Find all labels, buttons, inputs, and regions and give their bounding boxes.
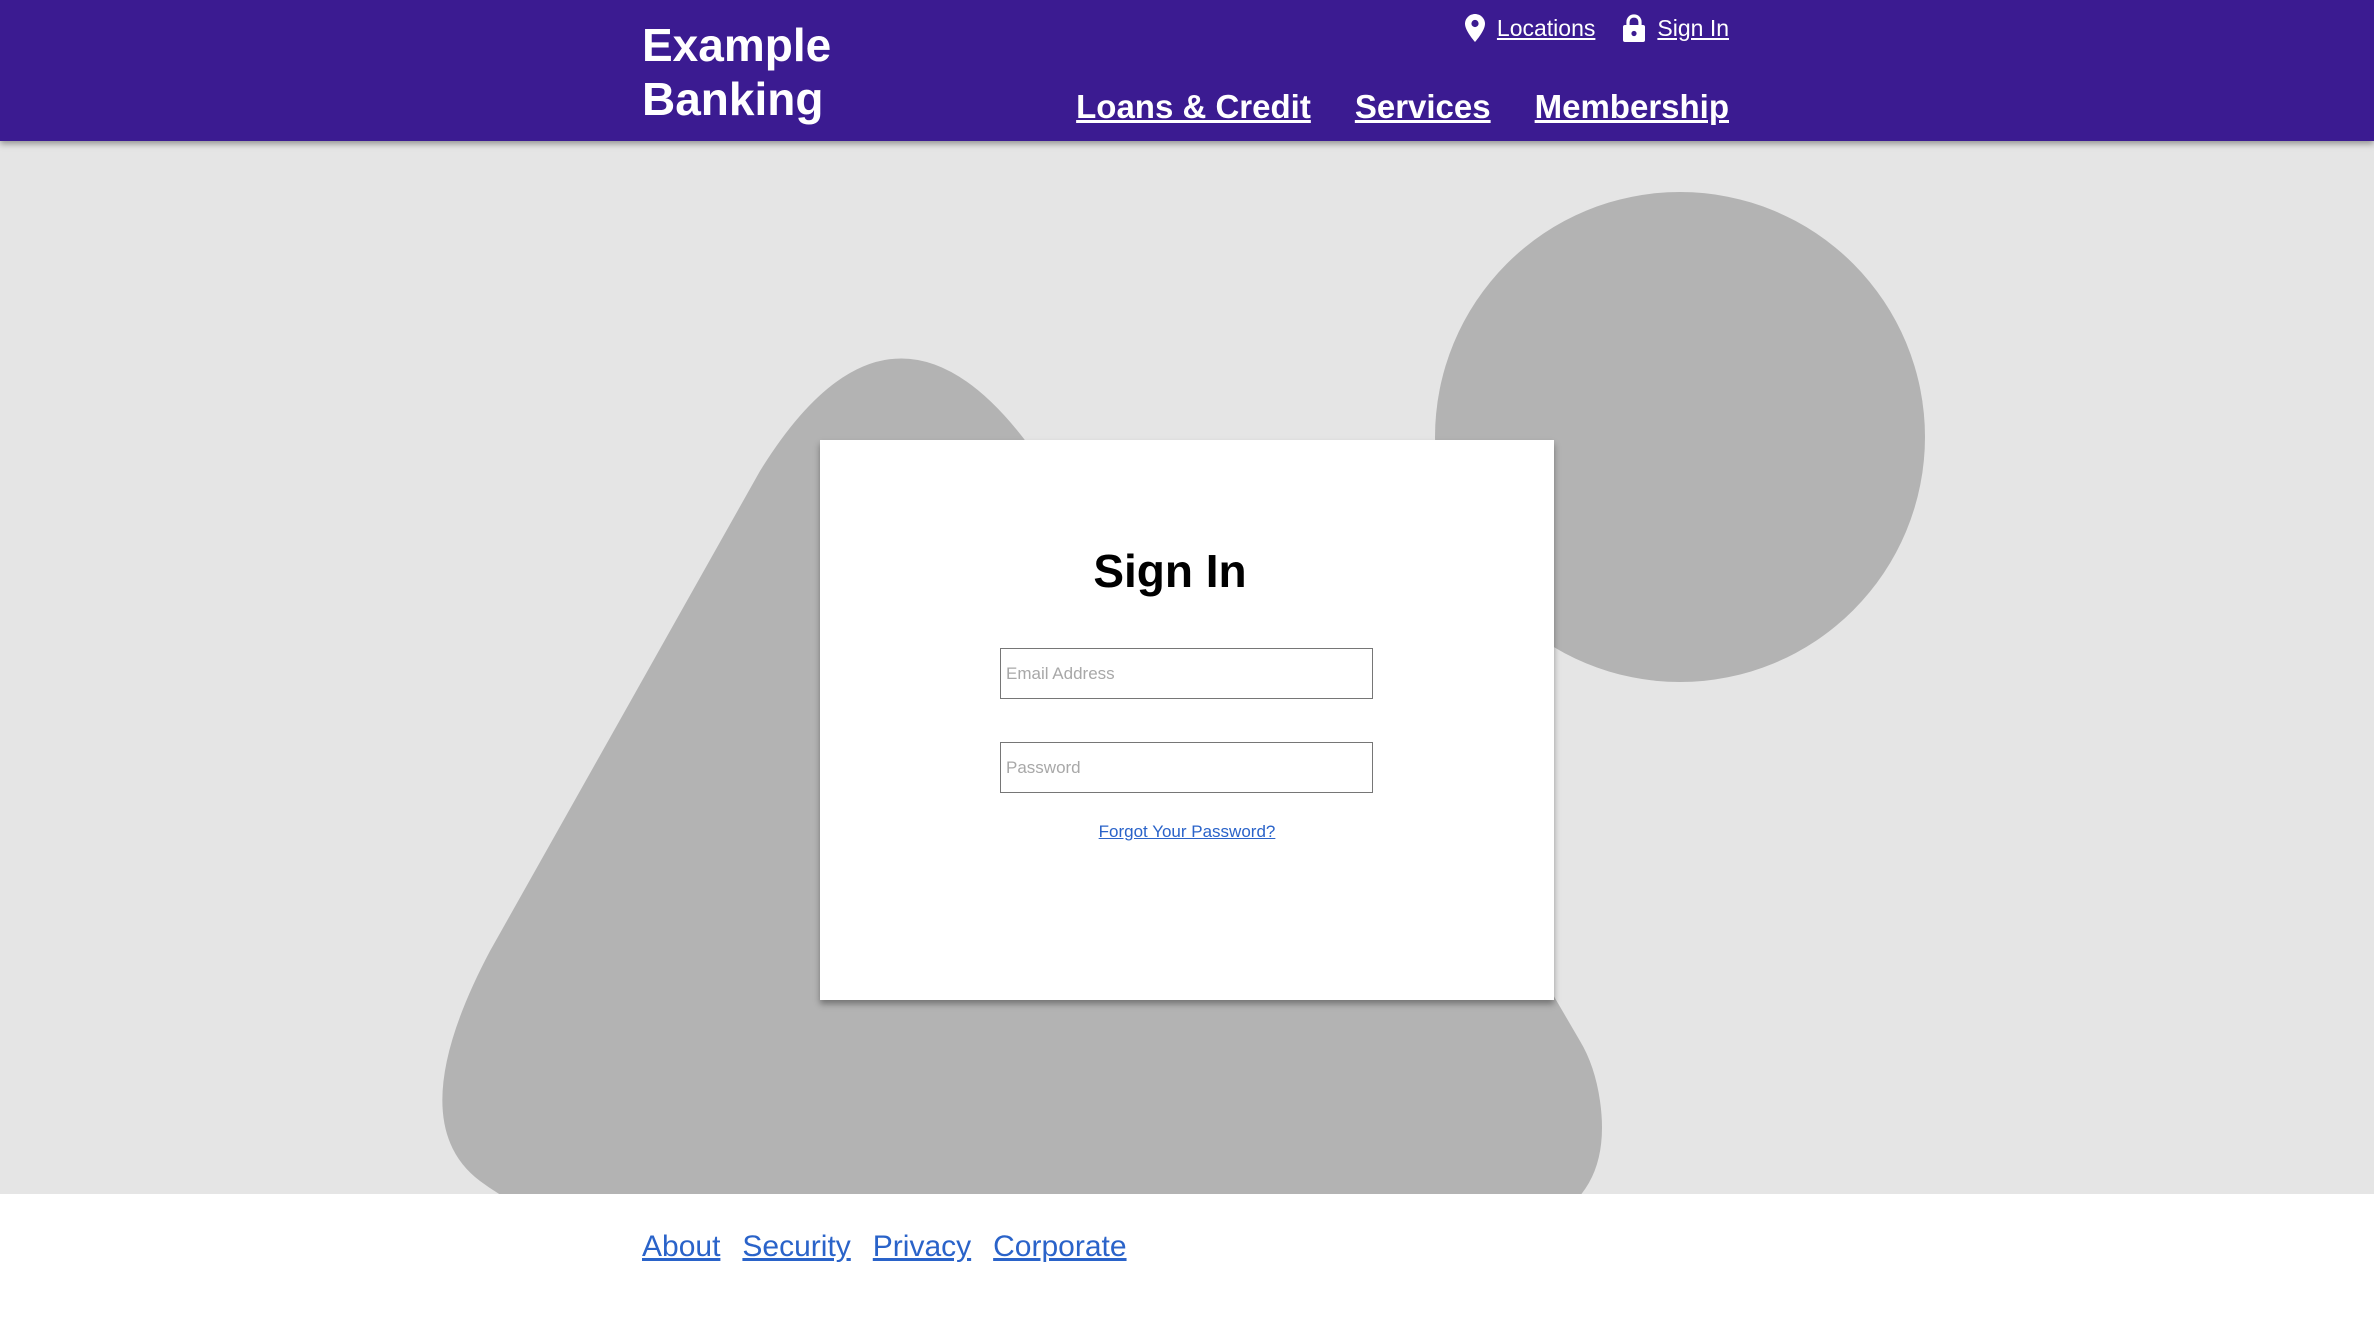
password-field[interactable] — [1000, 742, 1373, 793]
utility-nav: Locations Sign In — [1464, 14, 1729, 42]
sign-in-title: Sign In — [1093, 545, 1247, 597]
nav-item-services[interactable]: Services — [1355, 88, 1491, 126]
site-header: Example Banking Locations Sign In Loans … — [0, 0, 2374, 141]
map-pin-icon — [1464, 14, 1485, 42]
locations-link[interactable]: Locations — [1464, 14, 1596, 42]
nav-item-loans-credit[interactable]: Loans & Credit — [1076, 88, 1311, 126]
forgot-password-link[interactable]: Forgot Your Password? — [820, 822, 1554, 842]
hero-section: Sign In Forgot Your Password? — [0, 141, 2374, 1194]
footer-link-corporate[interactable]: Corporate — [993, 1230, 1126, 1264]
brand-logo-text[interactable]: Example Banking — [642, 18, 902, 126]
sign-in-link[interactable]: Sign In — [1623, 14, 1729, 42]
footer-nav: About Security Privacy Corporate — [642, 1230, 1127, 1264]
lock-icon — [1623, 14, 1646, 42]
locations-label: Locations — [1496, 14, 1596, 41]
footer-link-privacy[interactable]: Privacy — [873, 1230, 971, 1264]
site-footer: About Security Privacy Corporate — [0, 1194, 2374, 1335]
footer-link-security[interactable]: Security — [742, 1230, 850, 1264]
nav-item-membership[interactable]: Membership — [1535, 88, 1729, 126]
footer-link-about[interactable]: About — [642, 1230, 720, 1264]
sign-in-card: Sign In Forgot Your Password? — [820, 440, 1554, 1000]
main-nav: Loans & Credit Services Membership — [1076, 88, 1729, 126]
sign-in-label: Sign In — [1657, 14, 1729, 41]
email-field[interactable] — [1000, 648, 1373, 699]
